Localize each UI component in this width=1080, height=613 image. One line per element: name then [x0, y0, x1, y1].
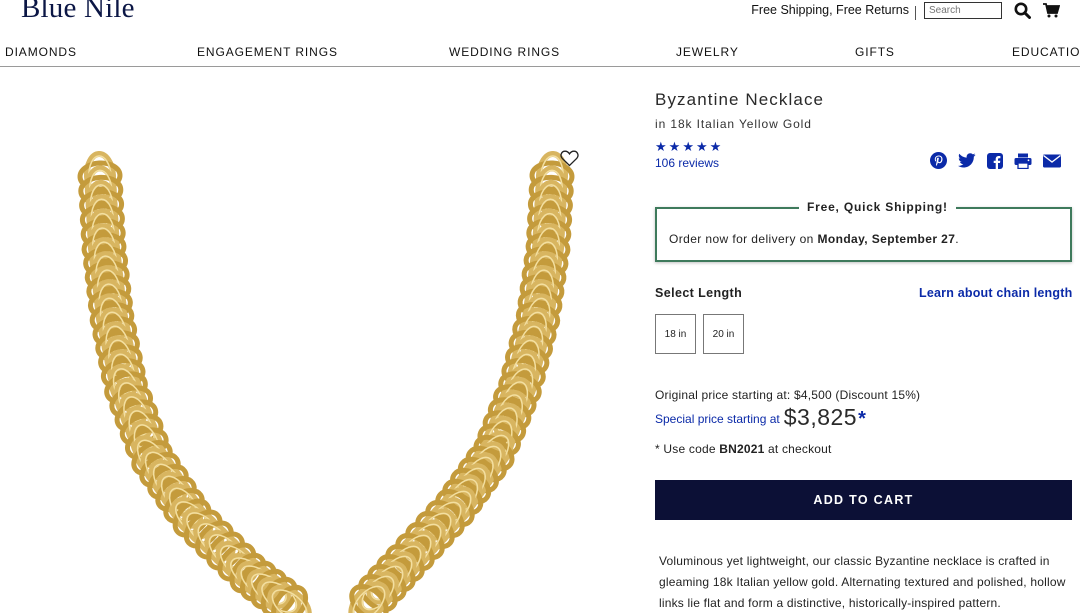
- divider: [915, 6, 916, 20]
- delivery-prefix: Order now for delivery on: [669, 232, 818, 246]
- main-nav: DIAMONDS ENGAGEMENT RINGS WEDDING RINGS …: [0, 40, 1080, 67]
- star-icon: ★: [655, 139, 667, 154]
- nav-item-education[interactable]: EDUCATION: [1012, 45, 1080, 59]
- pinterest-icon[interactable]: [930, 152, 947, 169]
- promo-code-text: * Use code BN2021 at checkout: [655, 442, 832, 456]
- shipping-info-box: Free, Quick Shipping! Order now for deli…: [655, 200, 1072, 262]
- delivery-text: Order now for delivery on Monday, Septem…: [669, 232, 959, 246]
- email-icon[interactable]: [1043, 154, 1061, 168]
- necklace-image: [77, 151, 575, 613]
- twitter-icon[interactable]: [958, 153, 976, 168]
- promo-prefix: * Use code: [655, 442, 720, 456]
- star-rating[interactable]: ★ ★ ★ ★ ★: [655, 140, 721, 153]
- nav-item-gifts[interactable]: GIFTS: [855, 45, 895, 59]
- select-length-label: Select Length: [655, 286, 743, 300]
- search-input[interactable]: [924, 1, 1002, 19]
- delivery-date: Monday, September 27: [817, 232, 956, 246]
- nav-item-diamonds[interactable]: DIAMONDS: [5, 45, 77, 59]
- nav-item-jewelry[interactable]: JEWELRY: [676, 45, 739, 59]
- special-price-row: Special price starting at $3,825 *: [655, 404, 866, 431]
- search-icon[interactable]: [1014, 2, 1031, 19]
- product-image[interactable]: [0, 68, 640, 613]
- star-icon: ★: [682, 139, 694, 154]
- nav-item-wedding-rings[interactable]: WEDDING RINGS: [449, 45, 560, 59]
- product-subtitle: in 18k Italian Yellow Gold: [655, 117, 812, 131]
- product-description: Voluminous yet lightweight, our classic …: [659, 554, 1066, 610]
- chain-length-link[interactable]: Learn about chain length: [919, 286, 1072, 300]
- utility-bar: Free Shipping, Free Returns: [751, 0, 1060, 20]
- reviews-link[interactable]: 106 reviews: [655, 156, 719, 170]
- print-icon[interactable]: [1014, 153, 1032, 169]
- shipping-heading: Free, Quick Shipping!: [799, 200, 956, 214]
- heart-icon[interactable]: [560, 150, 579, 172]
- star-icon: ★: [709, 139, 722, 154]
- length-option-18[interactable]: 18 in: [655, 314, 696, 354]
- star-icon: ★: [695, 139, 708, 154]
- promo-code: BN2021: [719, 442, 765, 456]
- promo-suffix: at checkout: [764, 442, 832, 456]
- add-to-cart-button[interactable]: ADD TO CART: [655, 480, 1072, 520]
- price-asterisk: *: [858, 408, 866, 430]
- facebook-icon[interactable]: [987, 152, 1003, 169]
- original-price: Original price starting at: $4,500 (Disc…: [655, 388, 921, 402]
- product-title: Byzantine Necklace: [655, 90, 825, 109]
- free-shipping-link[interactable]: Free Shipping, Free Returns: [751, 3, 909, 17]
- length-option-20[interactable]: 20 in: [703, 314, 744, 354]
- special-price: $3,825: [783, 404, 858, 430]
- special-price-label: Special price starting at: [655, 412, 780, 426]
- site-logo[interactable]: Blue Nile: [21, 0, 135, 25]
- star-icon: ★: [668, 139, 681, 154]
- nav-item-engagement-rings[interactable]: ENGAGEMENT RINGS: [197, 45, 338, 59]
- share-bar: [930, 152, 1061, 169]
- delivery-suffix: .: [955, 232, 960, 246]
- cart-icon[interactable]: [1043, 2, 1060, 18]
